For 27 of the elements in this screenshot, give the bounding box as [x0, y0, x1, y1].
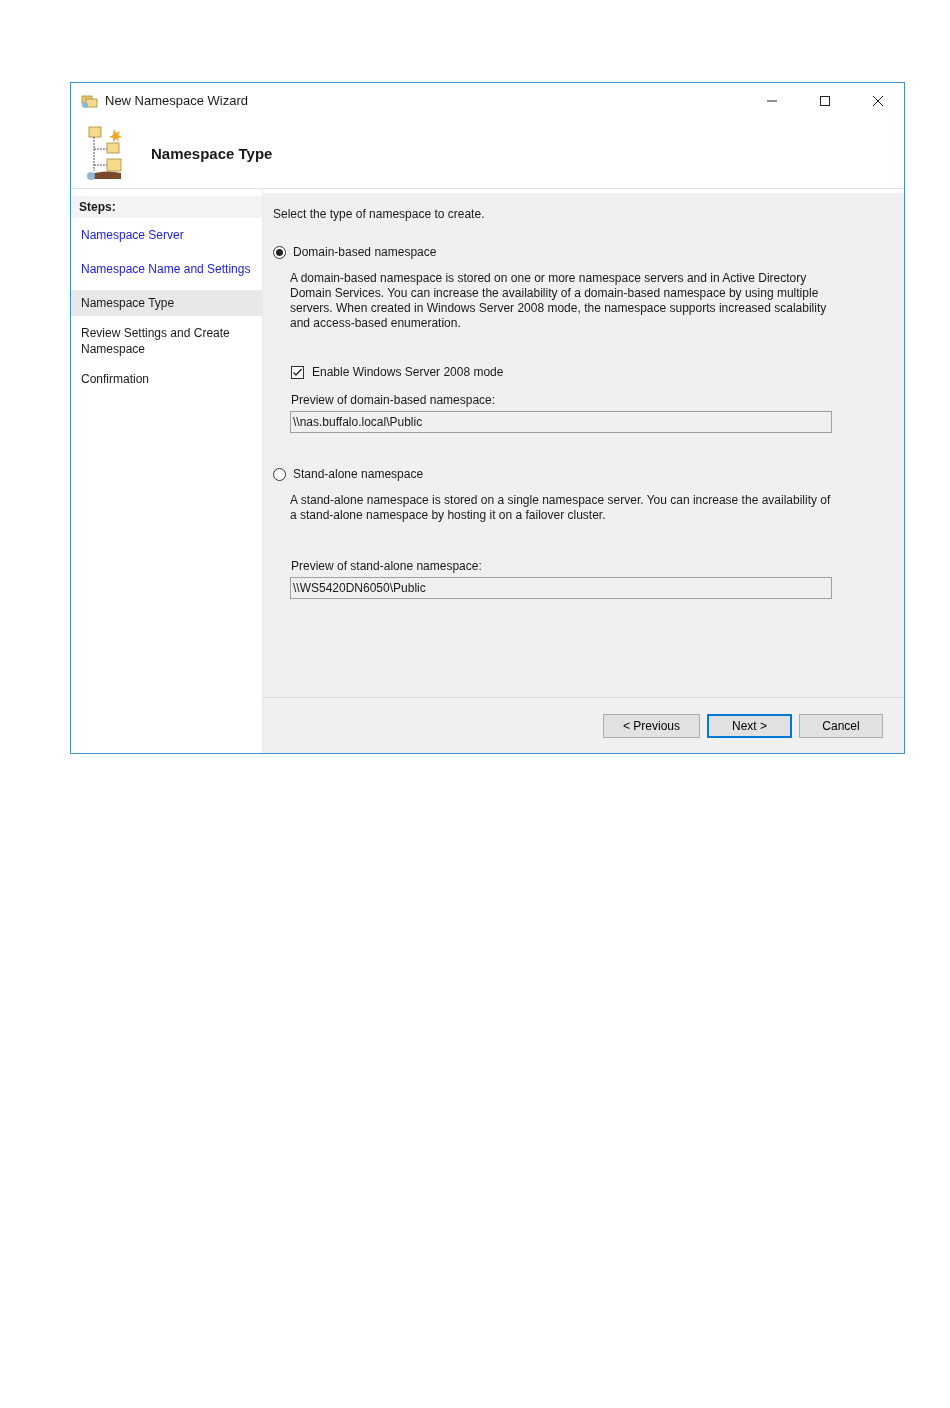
radio-label: Stand-alone namespace: [293, 467, 424, 481]
wizard-button[interactable]: < Previous: [603, 713, 700, 738]
step-item: Confirmation: [80, 371, 151, 388]
steps-heading: Steps:: [71, 196, 262, 218]
wizard-button[interactable]: Cancel: [799, 713, 883, 738]
page-title: Namespace Type: [151, 144, 273, 162]
radio-button[interactable]: [273, 245, 286, 259]
checkbox-label: Enable Windows Server 2008 mode: [312, 365, 504, 379]
preview-field[interactable]: \\WS5420DN6050\Public: [290, 577, 832, 599]
folders-icon: [81, 92, 99, 109]
step-item[interactable]: Namespace Server: [71, 222, 262, 248]
window-title: New Namespace Wizard: [105, 93, 249, 108]
preview-label: Preview of domain-based namespace:: [291, 393, 497, 407]
radio-button[interactable]: [273, 467, 286, 481]
option-description: A domain-based namespace is stored on one or more namespace servers and in Active Directory Domain Services. You can increase the availability of a domain-based namespace by using multiple servers. When created in Windows Server 2008 mode, the namespace supports increased scalability and access-based enumeration.: [290, 271, 828, 331]
step-item[interactable]: Namespace Name and Settings: [71, 256, 262, 282]
close-icon[interactable]: [872, 94, 884, 107]
radio-label: Domain-based namespace: [293, 245, 437, 259]
checkbox[interactable]: [291, 365, 304, 379]
maximize-icon[interactable]: [819, 94, 831, 107]
wizard-button[interactable]: Next >: [707, 713, 792, 738]
step-item: Review Settings and Create Namespace: [80, 325, 231, 358]
option-description: A stand-alone namespace is stored on a single namespace server. You can increase the availability of a stand-alone namespace by hosting it on a failover cluster.: [290, 493, 832, 523]
preview-label: Preview of stand-alone namespace:: [291, 559, 483, 573]
preview-field[interactable]: \\nas.buffalo.local\Public: [290, 411, 832, 433]
instruction-text: Select the type of namespace to create.: [273, 207, 486, 221]
step-item: Namespace Type: [71, 290, 262, 316]
